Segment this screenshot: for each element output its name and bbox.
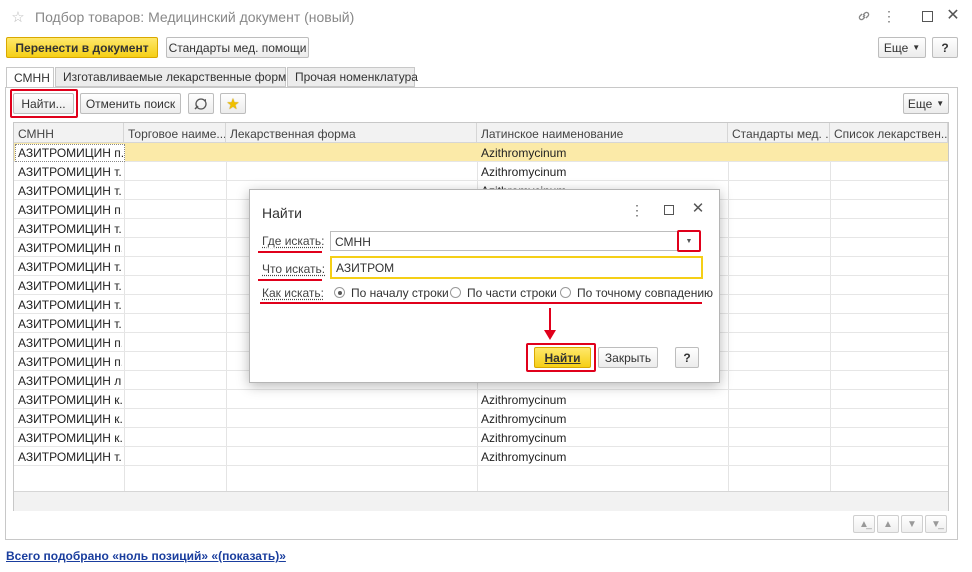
dropdown-arrow-icon: ▼ [685, 237, 693, 245]
cell-smnn: АЗИТРОМИЦИН л... [18, 374, 122, 388]
more-button[interactable]: Еще ▼ [878, 37, 926, 58]
column-header-standards[interactable]: Стандарты мед. ... [728, 123, 830, 143]
dropdown-arrow-icon: ▼ [936, 99, 945, 108]
first-page-icon: ▲̲ [859, 518, 869, 530]
dialog-close-icon[interactable]: ✕ [690, 200, 706, 217]
scroll-up-button[interactable]: ▲ [877, 515, 899, 533]
scroll-top-button[interactable]: ▲̲ [853, 515, 875, 533]
column-header-dosage-form[interactable]: Лекарственная форма [226, 123, 477, 143]
cell-latin-name: Azithromycinum [481, 146, 567, 160]
radio-label-exact-match[interactable]: По точному совпадению [577, 286, 713, 300]
radio-label-part-of-string[interactable]: По части строки [467, 286, 557, 300]
down-arrow-icon: ▼ [907, 518, 917, 530]
close-icon[interactable]: ✕ [944, 6, 962, 24]
cell-smnn: АЗИТРОМИЦИН т... [18, 298, 122, 312]
table-row[interactable]: АЗИТРОМИЦИН т... Azithromycinum [14, 447, 948, 466]
dialog-close-button[interactable]: Закрыть [598, 347, 658, 368]
dialog-find-highlight [526, 343, 596, 372]
more-label: Еще [883, 40, 909, 55]
tab-other-nomenclature[interactable]: Прочая номенклатура [287, 67, 418, 87]
cell-smnn: АЗИТРОМИЦИН к... [18, 431, 122, 445]
where-dropdown-button[interactable]: ▼ [677, 230, 701, 252]
cell-latin-name: Azithromycinum [481, 393, 567, 407]
cell-smnn: АЗИТРОМИЦИН т... [18, 165, 122, 179]
dialog-help-button[interactable]: ? [675, 347, 699, 368]
cell-latin-name: Azithromycinum [481, 431, 567, 445]
search-refresh-icon [193, 97, 209, 111]
refresh-search-button[interactable] [188, 93, 214, 114]
where-label: Где искать: [262, 234, 325, 248]
cell-smnn: АЗИТРОМИЦИН т... [18, 317, 122, 331]
cell-smnn: АЗИТРОМИЦИН п... [18, 241, 122, 255]
table-row[interactable]: АЗИТРОМИЦИН к... Azithromycinum [14, 390, 948, 409]
maximize-icon[interactable] [918, 7, 936, 25]
how-row-underline [260, 302, 702, 304]
cell-smnn: АЗИТРОМИЦИН к... [18, 412, 122, 426]
radio-part-of-string[interactable] [450, 287, 461, 298]
cell-smnn: АЗИТРОМИЦИН т... [18, 279, 122, 293]
cell-smnn: АЗИТРОМИЦИН к... [18, 393, 122, 407]
what-label: Что искать: [262, 262, 326, 276]
tab-smnn[interactable]: СМНН [6, 67, 54, 88]
medical-standards-button[interactable]: Стандарты мед. помощи [166, 37, 309, 58]
radio-exact-match[interactable] [560, 287, 571, 298]
list-more-button[interactable]: Еще ▼ [903, 93, 949, 114]
cell-smnn: АЗИТРОМИЦИН п... [18, 355, 122, 369]
what-label-underline [258, 279, 322, 281]
radio-label-start-of-string[interactable]: По началу строки [351, 286, 449, 300]
cell-latin-name: Azithromycinum [481, 165, 567, 179]
transfer-to-document-button[interactable]: Перенести в документ [6, 37, 158, 58]
how-label: Как искать: [262, 286, 324, 300]
favorite-star-icon[interactable]: ☆ [10, 9, 26, 26]
column-header-drug-list[interactable]: Список лекарствен... [830, 123, 948, 143]
radio-start-of-string[interactable] [334, 287, 345, 298]
column-header-trade-name[interactable]: Торговое наиме... [124, 123, 226, 143]
cell-smnn: АЗИТРОМИЦИН т... [18, 222, 122, 236]
table-row[interactable]: АЗИТРОМИЦИН к... Azithromycinum [14, 428, 948, 447]
dialog-more-icon[interactable]: ⋮ [630, 202, 644, 218]
list-more-label: Еще [907, 96, 933, 111]
dropdown-arrow-icon: ▼ [912, 43, 921, 52]
more-vertical-icon[interactable]: ⋮ [882, 7, 896, 25]
cancel-search-button[interactable]: Отменить поиск [80, 93, 181, 114]
cell-smnn: АЗИТРОМИЦИН п... [15, 144, 125, 162]
cell-smnn: АЗИТРОМИЦИН т... [18, 260, 122, 274]
cell-smnn: АЗИТРОМИЦИН п... [18, 203, 122, 217]
last-page-icon: ▼̲ [931, 518, 941, 530]
favorites-button[interactable]: ★ [220, 93, 246, 114]
scroll-bottom-button[interactable]: ▼̲ [925, 515, 947, 533]
where-select[interactable]: СМНН [330, 231, 700, 251]
summary-link[interactable]: Всего подобрано «ноль позиций» «(показат… [6, 549, 286, 563]
cell-smnn: АЗИТРОМИЦИН п... [18, 336, 122, 350]
annotation-arrow [543, 308, 557, 342]
dialog-maximize-icon[interactable] [662, 203, 676, 217]
cell-latin-name: Azithromycinum [481, 450, 567, 464]
tab-manufactured-forms[interactable]: Изготавливаемые лекарственные формы [55, 67, 295, 87]
cell-smnn: АЗИТРОМИЦИН т... [18, 450, 122, 464]
what-input-value: АЗИТРОМ [336, 261, 395, 275]
where-label-underline [258, 251, 322, 253]
scroll-down-button[interactable]: ▼ [901, 515, 923, 533]
find-button-highlight [10, 89, 78, 118]
star-icon: ★ [226, 95, 240, 113]
where-select-value: СМНН [335, 235, 371, 249]
column-header-smnn[interactable]: СМНН [14, 123, 124, 143]
help-button[interactable]: ? [932, 37, 958, 58]
table-row[interactable]: АЗИТРОМИЦИН п... Azithromycinum [14, 143, 948, 162]
table-footer [14, 491, 948, 511]
cell-latin-name: Azithromycinum [481, 412, 567, 426]
cell-smnn: АЗИТРОМИЦИН т... [18, 184, 122, 198]
what-input[interactable]: АЗИТРОМ [330, 256, 703, 279]
column-header-latin-name[interactable]: Латинское наименование [477, 123, 728, 143]
link-icon[interactable] [855, 7, 873, 25]
up-arrow-icon: ▲ [883, 518, 893, 530]
table-row[interactable]: АЗИТРОМИЦИН т... Azithromycinum [14, 162, 948, 181]
table-row[interactable]: АЗИТРОМИЦИН к... Azithromycinum [14, 409, 948, 428]
dialog-title: Найти [262, 205, 302, 221]
window-title: Подбор товаров: Медицинский документ (но… [35, 9, 355, 25]
